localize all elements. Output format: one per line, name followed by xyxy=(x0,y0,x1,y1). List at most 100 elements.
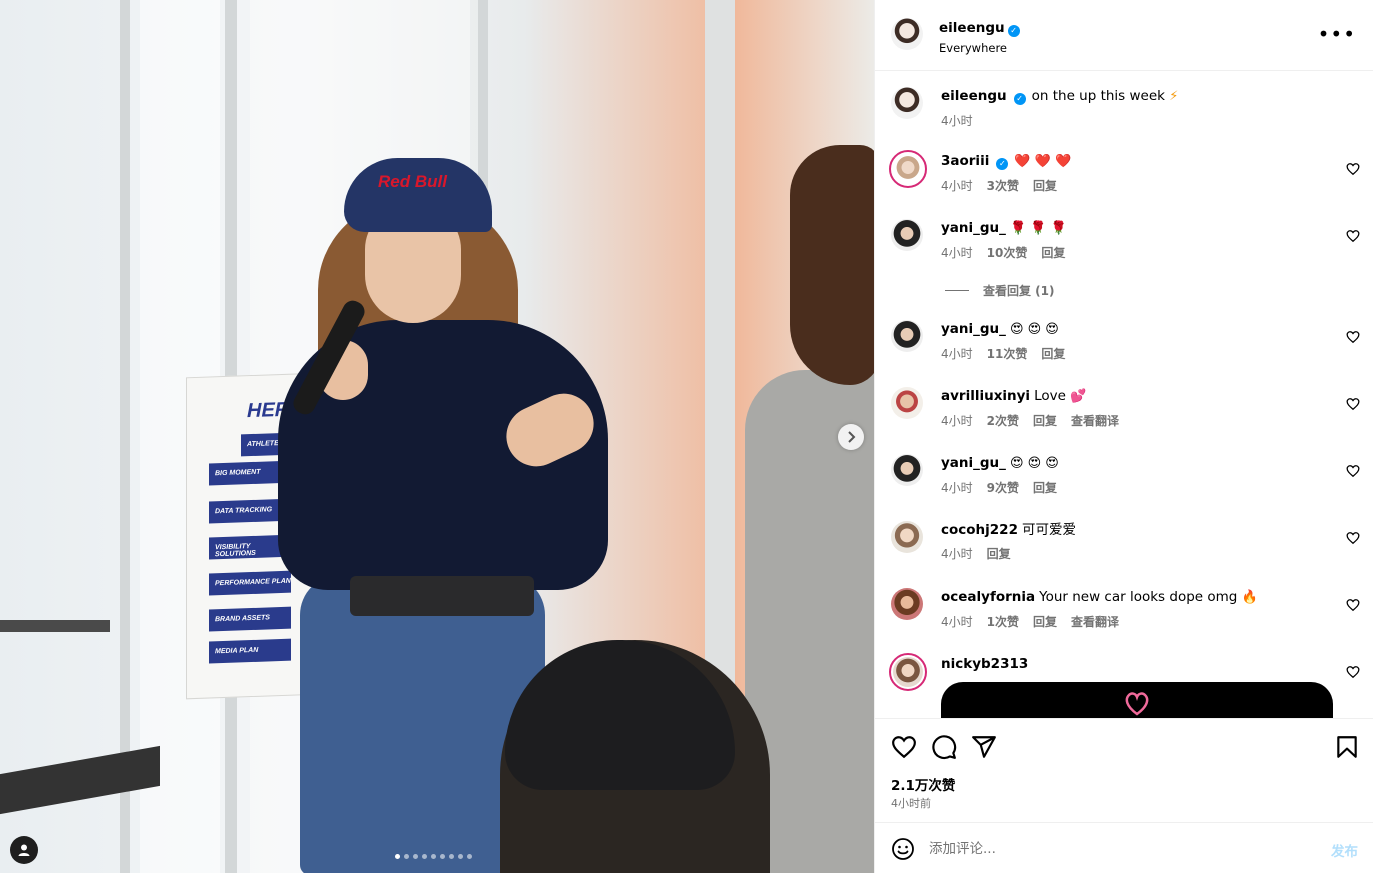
comment-username[interactable]: ocealyfornia xyxy=(941,589,1035,605)
comment-emoji: ❤️ ❤️ ❤️ xyxy=(1014,154,1072,169)
heart-outline-icon xyxy=(1346,599,1360,612)
board-row: PERFORMANCE PLAN xyxy=(209,570,291,596)
caption-username[interactable]: eileengu xyxy=(941,88,1007,104)
share-button[interactable] xyxy=(971,734,997,760)
next-image-button[interactable] xyxy=(838,424,864,450)
like-comment-button[interactable] xyxy=(1346,464,1360,478)
like-comment-button[interactable] xyxy=(1346,162,1360,176)
comment-time[interactable]: 4小时 xyxy=(941,613,973,630)
comment-username[interactable]: 3aoriii xyxy=(941,153,989,169)
carousel-dot xyxy=(413,854,418,859)
more-horizontal-icon: ••• xyxy=(1317,22,1356,46)
see-translation-button[interactable]: 查看翻译 xyxy=(1071,613,1119,630)
comment-username[interactable]: yani_gu_ xyxy=(941,321,1006,337)
like-comment-button[interactable] xyxy=(1346,397,1360,411)
view-replies-button[interactable]: 查看回复 (1) xyxy=(945,282,1055,299)
avatar[interactable] xyxy=(891,219,923,251)
like-comment-button[interactable] xyxy=(1346,531,1360,545)
post-image[interactable]: HERO PL ATHLETE NAM BIG MOMENT DATA TRAC… xyxy=(0,0,874,873)
more-options-button[interactable]: ••• xyxy=(1318,24,1356,44)
like-button[interactable] xyxy=(891,734,917,760)
comment-time[interactable]: 4小时 xyxy=(941,479,973,496)
caption-text: on the up this week xyxy=(1031,88,1165,104)
reply-button[interactable]: 回复 xyxy=(1041,244,1065,261)
view-replies-label: 查看回复 (1) xyxy=(983,284,1055,298)
comment-like-count[interactable]: 11次赞 xyxy=(987,345,1028,362)
comment-time[interactable]: 4小时 xyxy=(941,545,973,562)
reply-button[interactable]: 回复 xyxy=(1033,412,1057,429)
comment-emoji: 💕 xyxy=(1070,389,1087,404)
comment-time[interactable]: 4小时 xyxy=(941,177,973,194)
post-time[interactable]: 4小时前 xyxy=(891,795,931,811)
like-comment-button[interactable] xyxy=(1346,598,1360,612)
comment-emoji: 😍 😍 😍 xyxy=(1009,456,1059,471)
avatar[interactable] xyxy=(891,18,923,50)
post-side-panel: eileengu ✓ Everywhere ••• eileengu ✓ on the… xyxy=(874,0,1373,873)
reply-button[interactable]: 回复 xyxy=(987,545,1011,562)
location[interactable]: Everywhere xyxy=(939,41,1020,55)
comment-time[interactable]: 4小时 xyxy=(941,244,973,261)
verified-icon: ✓ xyxy=(1007,25,1020,37)
like-comment-button[interactable] xyxy=(1346,229,1360,243)
comment-like-count[interactable]: 2次赞 xyxy=(987,412,1019,429)
emoji-picker-button[interactable] xyxy=(891,837,915,861)
reply-button[interactable]: 回复 xyxy=(1033,479,1057,496)
carousel-dot xyxy=(458,854,463,859)
avatar[interactable] xyxy=(891,387,923,419)
heart-outline-icon xyxy=(1346,398,1360,411)
comment-username[interactable]: avrilliuxinyi xyxy=(941,388,1030,404)
avatar[interactable] xyxy=(889,653,927,691)
comment-like-count[interactable]: 1次赞 xyxy=(987,613,1019,630)
reply-button[interactable]: 回复 xyxy=(1033,613,1057,630)
reply-button[interactable]: 回复 xyxy=(1033,177,1057,194)
carousel-dot xyxy=(440,854,445,859)
avatar[interactable] xyxy=(891,320,923,352)
verified-icon: ✓ xyxy=(1013,93,1026,105)
heart-outline-icon xyxy=(1346,532,1360,545)
belt xyxy=(350,576,534,616)
like-comment-button[interactable] xyxy=(1346,665,1360,679)
author-username[interactable]: eileengu xyxy=(939,20,1005,36)
comment-time[interactable]: 4小时 xyxy=(941,345,973,362)
save-button[interactable] xyxy=(1334,734,1360,760)
avatar[interactable] xyxy=(889,150,927,188)
comment-emoji: 🌹 🌹 🌹 xyxy=(1009,221,1067,236)
window-frame xyxy=(120,0,130,873)
comment-username[interactable]: yani_gu_ xyxy=(941,455,1006,471)
comment-like-count[interactable]: 9次赞 xyxy=(987,479,1019,496)
heart-outline-icon xyxy=(1346,666,1360,679)
heart-logo-icon xyxy=(1125,692,1149,716)
tagged-users-button[interactable] xyxy=(10,836,38,864)
avatar[interactable] xyxy=(891,87,923,119)
avatar[interactable] xyxy=(891,588,923,620)
caption-time: 4小时 xyxy=(941,114,973,128)
like-comment-button[interactable] xyxy=(1346,330,1360,344)
reply-button[interactable]: 回复 xyxy=(1041,345,1065,362)
like-count[interactable]: 2.1万次赞 xyxy=(891,774,955,794)
carousel-dot xyxy=(449,854,454,859)
comment-media[interactable] xyxy=(941,682,1333,718)
post-header: eileengu ✓ Everywhere ••• xyxy=(875,0,1373,71)
carousel-dot xyxy=(467,854,472,859)
see-translation-button[interactable]: 查看翻译 xyxy=(1071,412,1119,429)
bookmark-icon xyxy=(1337,736,1357,758)
post-actions: 2.1万次赞 4小时前 xyxy=(875,718,1373,822)
comment-input[interactable] xyxy=(929,837,1309,861)
paper-plane-icon xyxy=(972,736,996,758)
comment-emoji: 🔥 xyxy=(1241,590,1258,605)
person-hair xyxy=(790,145,874,385)
verified-icon: ✓ xyxy=(996,158,1009,170)
avatar[interactable] xyxy=(891,521,923,553)
comment-username[interactable]: nickyb2313 xyxy=(941,656,1028,672)
comment-username[interactable]: cocohj222 xyxy=(941,522,1018,538)
comment-like-count[interactable]: 10次赞 xyxy=(987,244,1028,261)
post-comment-button[interactable]: 发布 xyxy=(1331,840,1358,860)
comment-button[interactable] xyxy=(931,734,957,760)
comment-username[interactable]: yani_gu_ xyxy=(941,220,1006,236)
avatar[interactable] xyxy=(891,454,923,486)
comment-time[interactable]: 4小时 xyxy=(941,412,973,429)
comment-like-count[interactable]: 3次赞 xyxy=(987,177,1019,194)
cap: Red Bull xyxy=(344,158,492,232)
comments-list[interactable]: eileengu ✓ on the up this week ⚡ 4小时 3aori… xyxy=(875,71,1373,718)
carousel-dots xyxy=(395,854,472,859)
